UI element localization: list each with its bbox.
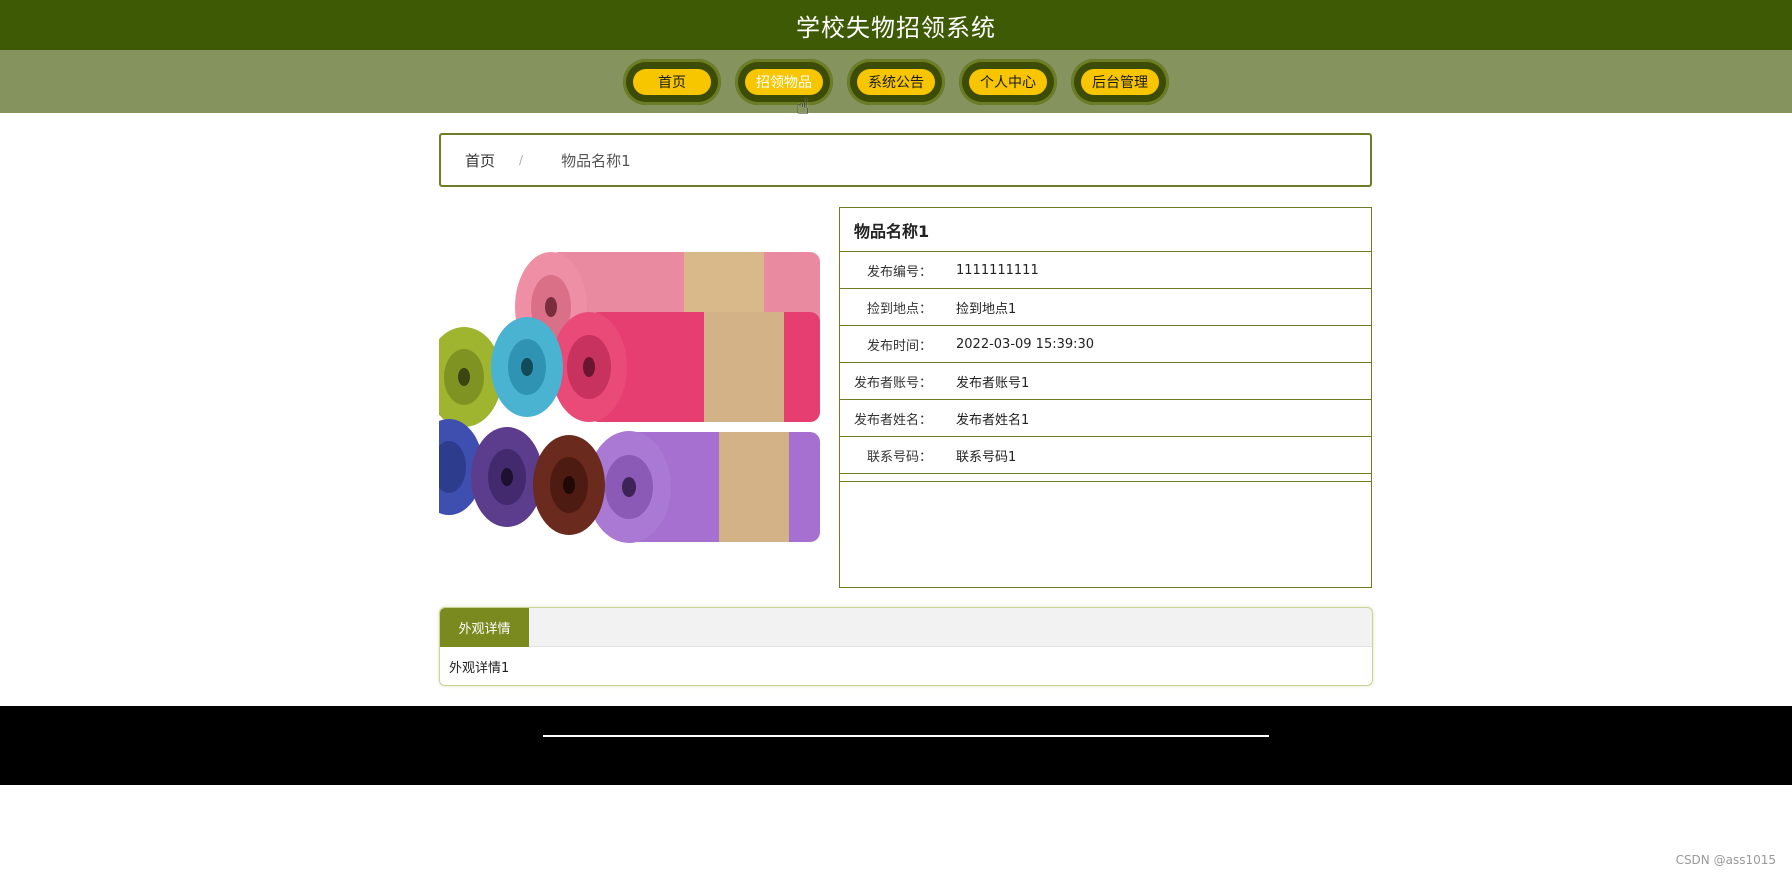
info-label: 发布时间： <box>866 338 932 354</box>
page: 学校失物招领系统 首页 招领物品 系统公告 个人中心 后台管理 ☝ 首页 / 物… <box>0 0 1792 875</box>
breadcrumb-current: 物品名称1 <box>561 151 631 170</box>
site-header: 学校失物招领系统 <box>0 0 1792 50</box>
info-value: 2022-03-09 15:39:30 <box>956 336 1095 352</box>
nav-item-announcements[interactable]: 系统公告 <box>847 58 945 105</box>
hand-cursor-icon: ☝ <box>796 95 810 120</box>
info-label: 发布者账号： <box>853 375 932 391</box>
nav-item-admin[interactable]: 后台管理 <box>1071 58 1169 105</box>
item-info-panel: 物品名称1 发布编号： 1111111111 捡到地点： 捡到地点1 发布时间：… <box>839 207 1372 588</box>
breadcrumb: 首页 / 物品名称1 <box>439 133 1372 187</box>
site-title: 学校失物招领系统 <box>796 13 996 42</box>
info-row-publisher-name: 发布者姓名： 发布者姓名1 <box>840 400 1371 437</box>
tab-bar: 外观详情 <box>440 608 1372 647</box>
item-name: 物品名称1 <box>840 208 1371 252</box>
info-row-publish-number: 发布编号： 1111111111 <box>840 252 1371 289</box>
tab-appearance-details[interactable]: 外观详情 <box>440 608 529 647</box>
info-label: 发布者姓名： <box>853 412 932 428</box>
details-tabs: 外观详情 外观详情1 <box>439 607 1373 686</box>
info-row-pickup-location: 捡到地点： 捡到地点1 <box>840 289 1371 326</box>
breadcrumb-separator: / <box>519 153 524 167</box>
nav-item-personal-center[interactable]: 个人中心 <box>959 58 1057 105</box>
tab-content: 外观详情1 <box>449 661 510 676</box>
main-nav: 首页 招领物品 系统公告 个人中心 后台管理 <box>0 50 1792 113</box>
info-row-publisher-account: 发布者账号： 发布者账号1 <box>840 363 1371 400</box>
nav-item-label: 个人中心 <box>969 68 1047 95</box>
nav-item-label: 首页 <box>633 68 711 95</box>
item-photo <box>439 207 820 587</box>
info-row-publish-time: 发布时间： 2022-03-09 15:39:30 <box>840 326 1371 363</box>
footer-divider <box>543 735 1269 737</box>
watermark: CSDN @ass1015 <box>1675 853 1776 867</box>
info-label: 捡到地点： <box>866 301 932 317</box>
info-divider <box>840 474 1371 482</box>
info-value: 发布者账号1 <box>956 375 1030 391</box>
info-value: 捡到地点1 <box>956 301 1017 317</box>
breadcrumb-home-link[interactable]: 首页 <box>465 150 495 171</box>
info-value: 发布者姓名1 <box>956 412 1030 428</box>
nav-item-label: 系统公告 <box>857 68 935 95</box>
info-value: 1111111111 <box>956 262 1039 278</box>
info-value: 联系号码1 <box>956 449 1017 465</box>
nav-item-home[interactable]: 首页 <box>623 58 721 105</box>
yoga-mats-image <box>439 207 820 587</box>
nav-item-label: 招领物品 <box>745 68 823 95</box>
site-footer <box>0 706 1792 785</box>
info-label: 发布编号： <box>866 264 932 280</box>
info-label: 联系号码： <box>866 449 932 465</box>
nav-item-found-items[interactable]: 招领物品 <box>735 58 833 105</box>
nav-item-label: 后台管理 <box>1081 68 1159 95</box>
info-row-phone: 联系号码： 联系号码1 <box>840 437 1371 474</box>
